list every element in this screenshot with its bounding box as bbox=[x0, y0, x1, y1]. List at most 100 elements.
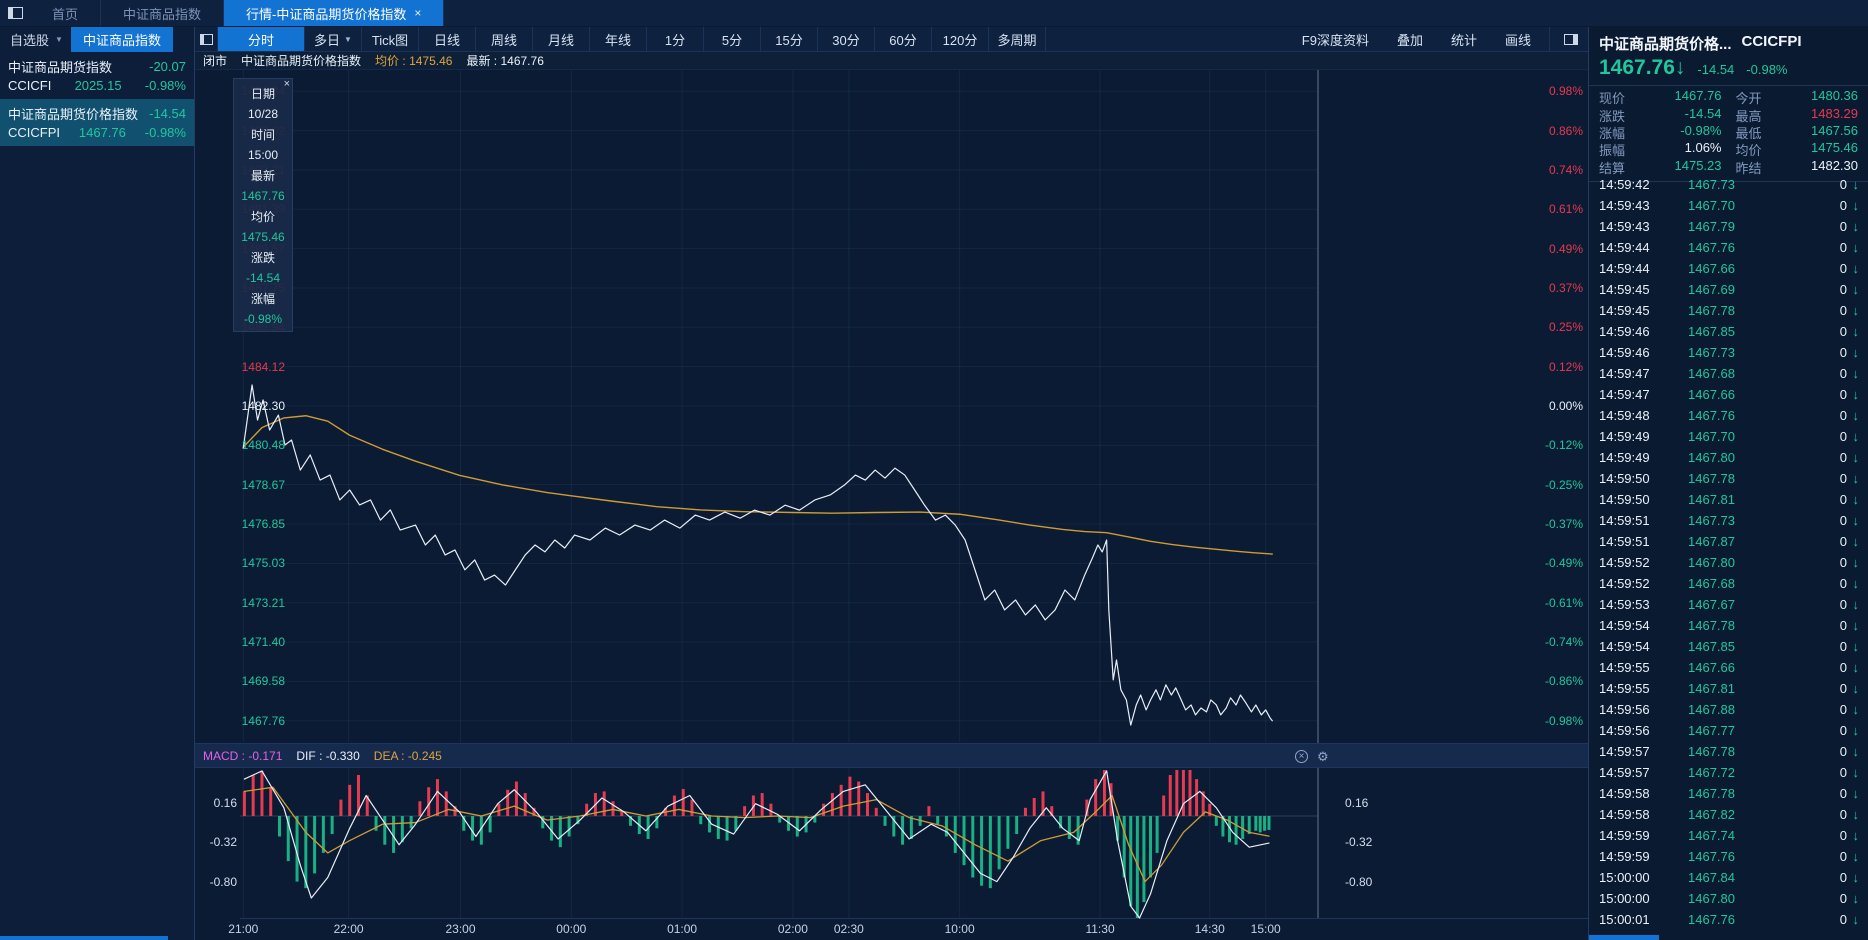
tick-row[interactable]: 14:59:541467.780↓ bbox=[1589, 615, 1868, 636]
quote-panel-scrollbar[interactable] bbox=[1589, 935, 1659, 940]
tick-row[interactable]: 14:59:581467.820↓ bbox=[1589, 804, 1868, 825]
tick-row[interactable]: 14:59:551467.660↓ bbox=[1589, 657, 1868, 678]
period-button-月线[interactable]: 月线 bbox=[533, 27, 590, 51]
period-button-周线[interactable]: 周线 bbox=[476, 27, 533, 51]
tick-row[interactable]: 14:59:441467.660↓ bbox=[1589, 258, 1868, 279]
percent-axis-label: 0.98% bbox=[1523, 84, 1583, 98]
chevron-down-icon: ▼ bbox=[55, 35, 63, 44]
tick-row[interactable]: 14:59:511467.730↓ bbox=[1589, 510, 1868, 531]
tick-volume: 0 bbox=[1817, 387, 1847, 402]
tick-down-arrow-icon: ↓ bbox=[1847, 786, 1859, 801]
tool-button-统计[interactable]: 统计 bbox=[1437, 27, 1491, 51]
tick-volume: 0 bbox=[1817, 492, 1847, 507]
percent-axis-label: 0.37% bbox=[1523, 281, 1583, 295]
chart-canvas[interactable]: × 日期10/28时间15:00最新1467.76均价1475.46涨跌-14.… bbox=[195, 70, 1588, 940]
watchlist-item-pct: -0.98% bbox=[145, 78, 186, 93]
tick-row[interactable]: 14:59:471467.660↓ bbox=[1589, 384, 1868, 405]
tick-row[interactable]: 14:59:571467.780↓ bbox=[1589, 741, 1868, 762]
tick-time: 14:59:45 bbox=[1599, 282, 1677, 297]
tick-row[interactable]: 14:59:501467.810↓ bbox=[1589, 489, 1868, 510]
tick-time: 14:59:52 bbox=[1599, 555, 1677, 570]
percent-axis-label: -0.49% bbox=[1523, 556, 1583, 570]
tick-row[interactable]: 14:59:431467.700↓ bbox=[1589, 195, 1868, 216]
tick-time: 14:59:49 bbox=[1599, 450, 1677, 465]
tick-row[interactable]: 14:59:461467.850↓ bbox=[1589, 321, 1868, 342]
tick-row[interactable]: 14:59:521467.680↓ bbox=[1589, 573, 1868, 594]
tick-row[interactable]: 14:59:451467.780↓ bbox=[1589, 300, 1868, 321]
app-tab-1[interactable]: 首页 bbox=[30, 0, 101, 26]
period-button-15分[interactable]: 15分 bbox=[761, 27, 818, 51]
tooltip-close-icon[interactable]: × bbox=[284, 79, 290, 90]
period-button-分时[interactable]: 分时 bbox=[217, 27, 305, 51]
period-button-5分[interactable]: 5分 bbox=[704, 27, 761, 51]
quote-panel: 中证商品期货价格... CCICFPI 1467.76↓ -14.54 -0.9… bbox=[1588, 27, 1868, 940]
tick-volume: 0 bbox=[1817, 534, 1847, 549]
trading-app: 首页中证商品指数行情-中证商品期货价格指数× 自选股 ▼ 中证商品指数 中证商品… bbox=[0, 0, 1868, 940]
tick-row[interactable]: 14:59:521467.800↓ bbox=[1589, 552, 1868, 573]
percent-axis-label: 0.61% bbox=[1523, 202, 1583, 216]
tick-row[interactable]: 14:59:451467.690↓ bbox=[1589, 279, 1868, 300]
period-button-日线[interactable]: 日线 bbox=[419, 27, 476, 51]
period-button-120分[interactable]: 120分 bbox=[932, 27, 989, 51]
tick-row[interactable]: 14:59:511467.870↓ bbox=[1589, 531, 1868, 552]
tick-row[interactable]: 14:59:471467.680↓ bbox=[1589, 363, 1868, 384]
tick-row[interactable]: 15:00:011467.760↓ bbox=[1589, 909, 1868, 930]
tick-time: 14:59:56 bbox=[1599, 702, 1677, 717]
sidebar-scrollbar[interactable] bbox=[0, 936, 168, 940]
tick-time: 14:59:53 bbox=[1599, 597, 1677, 612]
panel-toggle-right-icon[interactable] bbox=[1554, 27, 1588, 51]
tick-price: 1467.67 bbox=[1677, 597, 1817, 612]
panel-toggle-left-icon[interactable] bbox=[195, 27, 217, 51]
time-axis-label: 00:00 bbox=[556, 922, 586, 936]
indicator-close-icon[interactable]: × bbox=[1295, 750, 1308, 763]
watchlist-group-dropdown[interactable]: 自选股 ▼ bbox=[0, 30, 71, 49]
tick-row[interactable]: 14:59:491467.700↓ bbox=[1589, 426, 1868, 447]
tick-down-arrow-icon: ↓ bbox=[1847, 576, 1859, 591]
time-sales-list[interactable]: 14:59:421467.730↓14:59:431467.700↓14:59:… bbox=[1589, 174, 1868, 934]
tick-volume: 0 bbox=[1817, 429, 1847, 444]
period-button-1分[interactable]: 1分 bbox=[647, 27, 704, 51]
quote-stat-label: 涨幅 bbox=[1599, 123, 1625, 142]
period-button-年线[interactable]: 年线 bbox=[590, 27, 647, 51]
tool-button-F9深度资料[interactable]: F9深度资料 bbox=[1288, 27, 1383, 51]
app-tab-3[interactable]: 行情-中证商品期货价格指数× bbox=[224, 0, 444, 26]
tick-volume: 0 bbox=[1817, 576, 1847, 591]
tick-row[interactable]: 14:59:481467.760↓ bbox=[1589, 405, 1868, 426]
tick-row[interactable]: 14:59:561467.880↓ bbox=[1589, 699, 1868, 720]
tick-row[interactable]: 14:59:541467.850↓ bbox=[1589, 636, 1868, 657]
tick-row[interactable]: 14:59:591467.760↓ bbox=[1589, 846, 1868, 867]
period-button-label: 30分 bbox=[832, 30, 859, 49]
tab-close-icon[interactable]: × bbox=[414, 6, 421, 20]
tick-row[interactable]: 14:59:421467.730↓ bbox=[1589, 174, 1868, 195]
window-restore-icon[interactable] bbox=[0, 0, 30, 26]
tick-row[interactable]: 15:00:001467.840↓ bbox=[1589, 867, 1868, 888]
tick-row[interactable]: 14:59:501467.780↓ bbox=[1589, 468, 1868, 489]
watchlist-tab-active[interactable]: 中证商品指数 bbox=[71, 27, 173, 52]
tick-row[interactable]: 14:59:551467.810↓ bbox=[1589, 678, 1868, 699]
indicator-settings-gear-icon[interactable]: ⚙ bbox=[1317, 749, 1329, 765]
tool-button-叠加[interactable]: 叠加 bbox=[1383, 27, 1437, 51]
watchlist-item[interactable]: 中证商品期货指数-20.07CCICFI2025.15-0.98% bbox=[0, 52, 194, 99]
tick-row[interactable]: 14:59:561467.770↓ bbox=[1589, 720, 1868, 741]
period-button-多日[interactable]: 多日▼ bbox=[305, 27, 362, 51]
tick-volume: 0 bbox=[1817, 807, 1847, 822]
tool-button-画线[interactable]: 画线 bbox=[1491, 27, 1545, 51]
tick-row[interactable]: 15:00:001467.800↓ bbox=[1589, 888, 1868, 909]
tick-row[interactable]: 14:59:431467.790↓ bbox=[1589, 216, 1868, 237]
tick-row[interactable]: 14:59:461467.730↓ bbox=[1589, 342, 1868, 363]
app-tab-2[interactable]: 中证商品指数 bbox=[101, 0, 224, 26]
tick-row[interactable]: 14:59:531467.670↓ bbox=[1589, 594, 1868, 615]
period-button-Tick图[interactable]: Tick图 bbox=[362, 27, 419, 51]
chart-section: 分时多日▼Tick图日线周线月线年线1分5分15分 30分 60分120分多周期 F… bbox=[195, 27, 1588, 940]
tick-row[interactable]: 14:59:491467.800↓ bbox=[1589, 447, 1868, 468]
period-button-60分[interactable]: 60分 bbox=[875, 27, 932, 51]
tick-row[interactable]: 14:59:581467.780↓ bbox=[1589, 783, 1868, 804]
period-button-多周期[interactable]: 多周期 bbox=[989, 27, 1046, 51]
period-button-30分[interactable]: 30分 bbox=[818, 27, 875, 51]
watchlist-item[interactable]: 中证商品期货价格指数-14.54CCICFPI1467.76-0.98% bbox=[0, 99, 194, 146]
watchlist-item-change: -20.07 bbox=[149, 59, 186, 74]
tick-row[interactable]: 14:59:591467.740↓ bbox=[1589, 825, 1868, 846]
tick-row[interactable]: 14:59:571467.720↓ bbox=[1589, 762, 1868, 783]
tick-row[interactable]: 14:59:441467.760↓ bbox=[1589, 237, 1868, 258]
tooltip-row: 1475.46 bbox=[234, 227, 292, 248]
